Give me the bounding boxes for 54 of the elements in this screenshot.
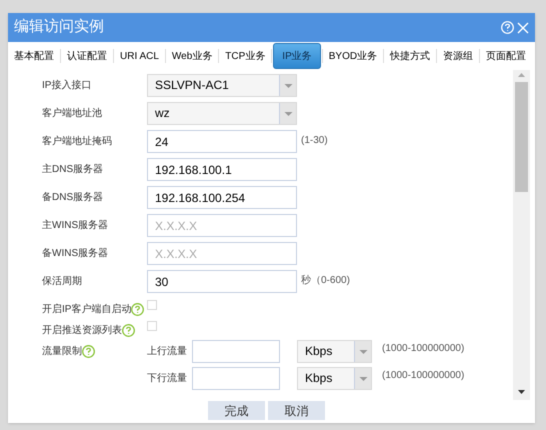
hint-text: (1000-100000000) bbox=[382, 342, 464, 356]
field-label: 下行流量 bbox=[147, 372, 188, 386]
input-field[interactable]: X.X.X.X bbox=[147, 242, 297, 265]
caret-icon[interactable] bbox=[280, 103, 296, 124]
input-field[interactable]: 192.168.100.254 bbox=[147, 186, 297, 209]
close-icon[interactable] bbox=[517, 22, 529, 34]
dialog-button[interactable]: 完成 bbox=[208, 401, 265, 420]
hint-text: (1-30) bbox=[301, 134, 328, 148]
tab[interactable]: 快捷方式 bbox=[384, 43, 436, 69]
help-icon[interactable] bbox=[82, 345, 95, 358]
tab[interactable]: IP业务 bbox=[273, 43, 321, 69]
field-label: 流量限制 bbox=[42, 344, 82, 359]
input-field[interactable]: 192.168.100.1 bbox=[147, 158, 297, 181]
input-field[interactable] bbox=[192, 340, 280, 363]
field-label: 客户端地址掩码 bbox=[42, 134, 112, 149]
field-label: 开启推送资源列表 bbox=[42, 324, 122, 338]
field-label: 客户端地址池 bbox=[42, 106, 102, 121]
dropdown[interactable]: wz bbox=[147, 102, 297, 125]
field-label: 备DNS服务器 bbox=[42, 191, 104, 205]
scrollbar-thumb[interactable] bbox=[515, 82, 528, 192]
caret-icon[interactable] bbox=[280, 75, 296, 96]
dropdown[interactable]: SSLVPN-AC1 bbox=[147, 74, 297, 97]
caret-icon[interactable] bbox=[355, 341, 371, 362]
field-label: IP接入接口 bbox=[42, 78, 92, 93]
field-label: 开启IP客户端自启动 bbox=[42, 302, 132, 317]
caret-icon[interactable] bbox=[355, 368, 371, 389]
tab[interactable]: URI ACL bbox=[114, 43, 165, 69]
hint-text: (1000-100000000) bbox=[382, 369, 464, 383]
tab[interactable]: 页面配置 bbox=[480, 43, 532, 69]
input-field[interactable]: 24 bbox=[147, 130, 297, 153]
hint-text: 秒（0-600) bbox=[301, 274, 350, 288]
tab[interactable]: 认证配置 bbox=[61, 43, 113, 69]
field-label: 主DNS服务器 bbox=[42, 162, 104, 177]
tab[interactable]: 基本配置 bbox=[8, 43, 60, 69]
dropdown[interactable]: Kbps bbox=[297, 340, 372, 363]
dropdown[interactable]: Kbps bbox=[297, 367, 372, 390]
tab[interactable]: Web业务 bbox=[166, 43, 218, 69]
checkbox[interactable] bbox=[147, 321, 157, 331]
field-label: 主WINS服务器 bbox=[42, 218, 108, 233]
tab[interactable]: BYOD业务 bbox=[322, 43, 384, 69]
field-label: 上行流量 bbox=[147, 344, 188, 359]
input-field[interactable] bbox=[192, 367, 280, 390]
window-title: 编辑访问实例 bbox=[14, 17, 105, 38]
scrollbar[interactable] bbox=[513, 70, 530, 400]
tab[interactable]: 资源组 bbox=[437, 43, 480, 69]
checkbox[interactable] bbox=[147, 300, 157, 310]
help-icon[interactable] bbox=[131, 303, 144, 316]
help-icon[interactable] bbox=[122, 324, 135, 337]
tab[interactable]: TCP业务 bbox=[219, 43, 272, 69]
input-field[interactable]: X.X.X.X bbox=[147, 214, 297, 237]
field-label: 保活周期 bbox=[42, 274, 82, 289]
dialog-button[interactable]: 取消 bbox=[268, 401, 325, 420]
input-field[interactable]: 30 bbox=[147, 270, 297, 293]
field-label: 备WINS服务器 bbox=[42, 247, 108, 261]
